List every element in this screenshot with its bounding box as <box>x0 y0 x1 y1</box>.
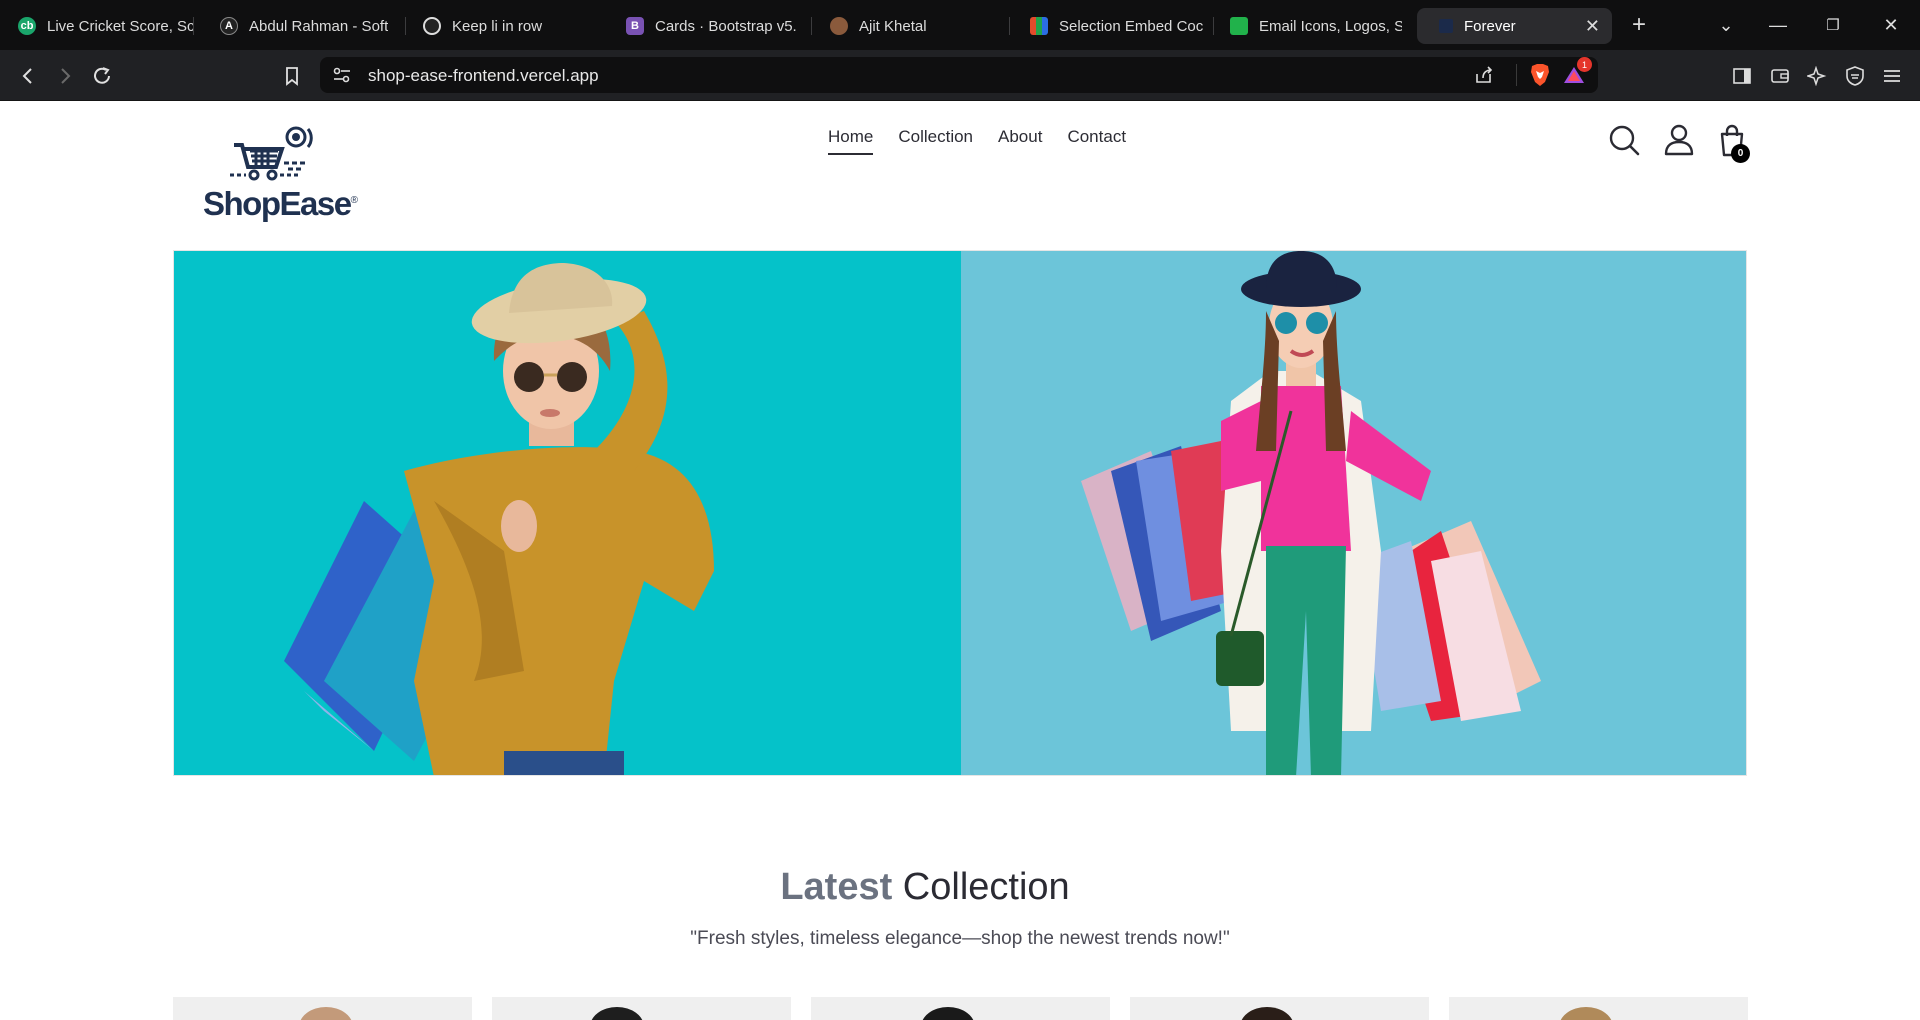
reload-icon[interactable] <box>88 62 116 90</box>
tab-iconscout[interactable]: Email Icons, Logos, S <box>1230 8 1402 44</box>
new-tab-button[interactable]: + <box>1625 11 1653 39</box>
tab-chatgpt[interactable]: Keep li in row <box>423 8 609 44</box>
cart-count-badge: 0 <box>1731 144 1750 163</box>
nav-collection[interactable]: Collection <box>898 127 973 155</box>
hero-image-left <box>174 251 961 775</box>
logo-text: ShopEase <box>203 185 352 222</box>
menu-icon[interactable] <box>1878 62 1906 90</box>
product-image <box>299 1007 353 1020</box>
wallet-icon[interactable] <box>1766 62 1794 90</box>
search-icon[interactable] <box>1606 122 1642 158</box>
tab-search-button[interactable]: ⌄ <box>1712 11 1740 39</box>
product-image <box>1559 1007 1613 1020</box>
vpn-icon[interactable] <box>1841 62 1869 90</box>
close-tab-icon[interactable]: ✕ <box>1585 16 1600 37</box>
tab-forever[interactable]: Forever ✕ <box>1417 8 1612 44</box>
back-icon[interactable] <box>14 62 42 90</box>
product-card[interactable] <box>492 997 791 1020</box>
hero-banner <box>173 250 1747 776</box>
product-card[interactable] <box>1449 997 1748 1020</box>
title-light: Latest <box>780 866 893 908</box>
iconscout-icon <box>1230 17 1248 35</box>
share-icon[interactable] <box>1474 65 1494 90</box>
zoho-icon <box>1030 17 1048 35</box>
minimize-button[interactable]: — <box>1764 11 1792 39</box>
shopease-logo[interactable]: ShopEase® <box>200 123 358 227</box>
cart-logo-icon <box>230 126 313 181</box>
rewards-badge: 1 <box>1577 57 1592 72</box>
bootstrap-icon: B <box>626 17 644 35</box>
nav-about[interactable]: About <box>998 127 1042 155</box>
leo-ai-icon[interactable] <box>1803 62 1831 90</box>
avatar-icon <box>830 17 848 35</box>
web-page: ShopEase® Home Collection About Contact … <box>0 101 1920 1020</box>
main-nav: Home Collection About Contact <box>828 127 1126 155</box>
latest-collection-subtitle: "Fresh styles, timeless elegance—shop th… <box>690 928 1230 949</box>
title-dark: Collection <box>902 866 1070 908</box>
tab-zoho[interactable]: Selection Embed Coc <box>1030 8 1214 44</box>
cricbuzz-icon: cb <box>18 17 36 35</box>
tab-portfolio[interactable]: A Abdul Rahman - Soft <box>220 8 406 44</box>
forward-icon[interactable] <box>51 62 79 90</box>
browser-tab-strip: cb Live Cricket Score, Sc A Abdul Rahman… <box>0 0 1920 50</box>
product-image <box>590 1007 644 1020</box>
tab-ajit[interactable]: Ajit Khetal <box>830 8 1010 44</box>
url-text: shop-ease-frontend.vercel.app <box>368 66 599 85</box>
latest-collection-title: Latest Collection <box>0 866 1850 909</box>
product-card[interactable] <box>811 997 1110 1020</box>
product-image <box>921 1007 975 1020</box>
chatgpt-icon <box>423 17 441 35</box>
product-image <box>1240 1007 1294 1020</box>
site-settings-icon[interactable] <box>332 66 352 89</box>
page-icon <box>1439 19 1453 33</box>
nav-contact[interactable]: Contact <box>1067 127 1126 155</box>
registered-mark: ® <box>350 195 358 206</box>
address-bar[interactable]: shop-ease-frontend.vercel.app 1 <box>320 57 1598 93</box>
tab-cricket[interactable]: cb Live Cricket Score, Sc <box>18 8 194 44</box>
bookmark-icon[interactable] <box>278 62 306 90</box>
hero-image-right <box>961 251 1746 775</box>
profile-icon[interactable] <box>1661 122 1697 158</box>
nav-home[interactable]: Home <box>828 127 874 155</box>
brave-shields-icon[interactable] <box>1529 63 1551 92</box>
browser-toolbar: shop-ease-frontend.vercel.app 1 <box>0 50 1920 101</box>
close-window-button[interactable]: ✕ <box>1877 11 1905 39</box>
restore-button[interactable]: ❐ <box>1819 11 1847 39</box>
tab-bootstrap[interactable]: B Cards · Bootstrap v5. <box>626 8 812 44</box>
product-card[interactable] <box>1130 997 1429 1020</box>
product-card[interactable] <box>173 997 472 1020</box>
portfolio-icon: A <box>220 17 238 35</box>
sidebar-icon[interactable] <box>1728 62 1756 90</box>
